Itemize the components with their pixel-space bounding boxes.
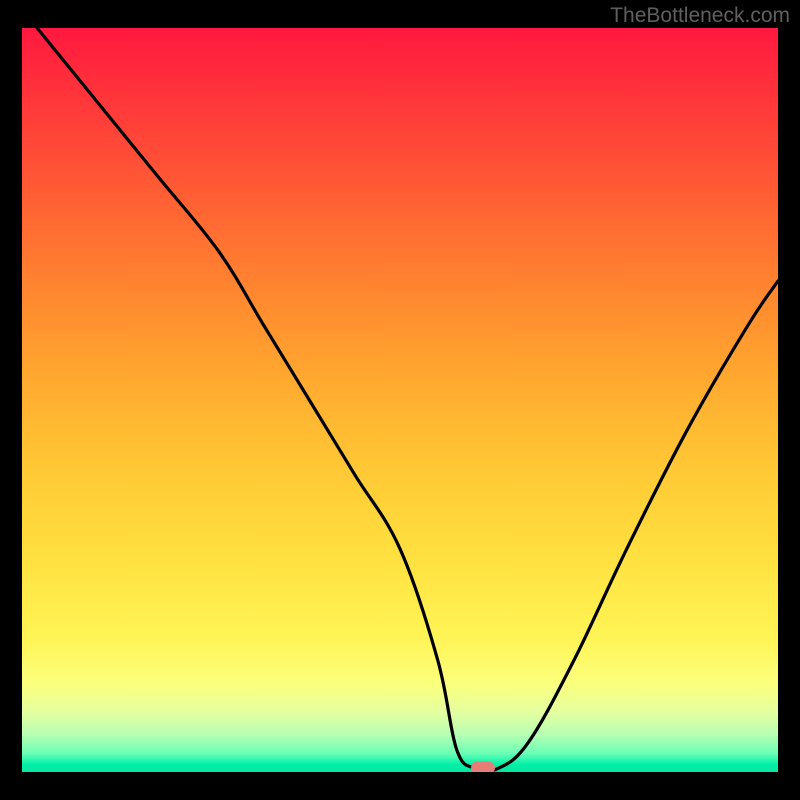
optimal-point-marker: [471, 762, 495, 772]
plot-area: [22, 28, 778, 772]
chart-frame: TheBottleneck.com: [0, 0, 800, 800]
bottleneck-curve: [22, 28, 778, 772]
watermark-text: TheBottleneck.com: [610, 4, 790, 28]
